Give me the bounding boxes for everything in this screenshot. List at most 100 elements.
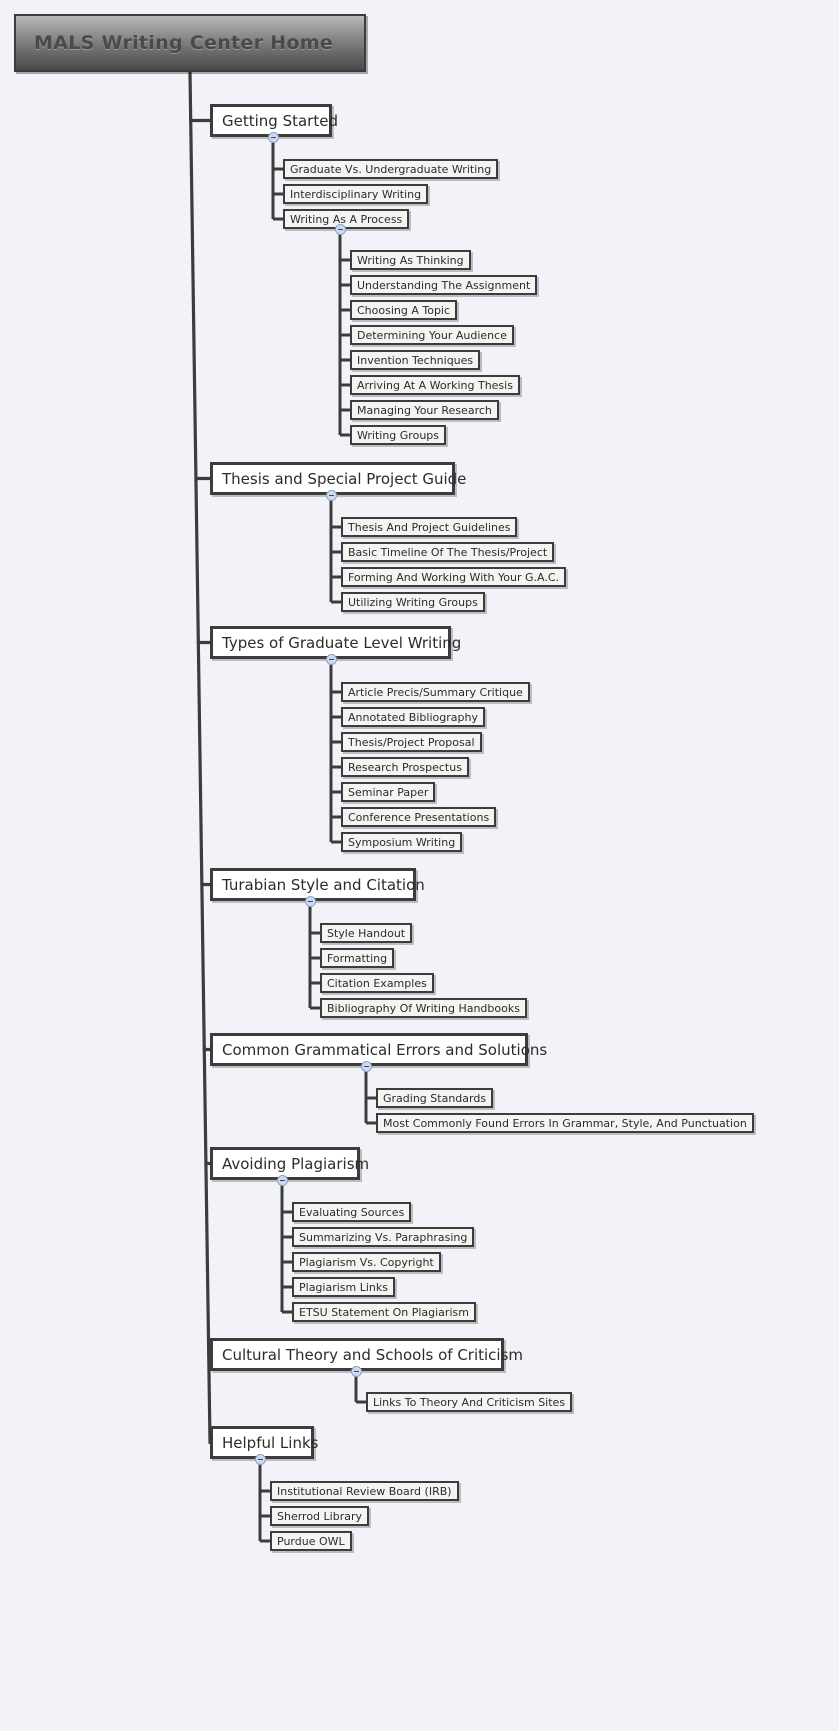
node-label: Turabian Style and Citation (222, 875, 425, 894)
collapse-handle-turabian-style-and-citation[interactable] (305, 896, 316, 907)
node-label: Thesis and Special Project Guide (222, 469, 467, 488)
node-label: Bibliography Of Writing Handbooks (327, 1001, 520, 1015)
leaf-node-formatting[interactable]: Formatting (320, 948, 395, 968)
node-label: Cultural Theory and Schools of Criticism (222, 1345, 524, 1364)
collapse-handle-avoiding-plagiarism[interactable] (277, 1175, 288, 1186)
minus-icon (308, 901, 313, 902)
minus-icon (329, 495, 334, 496)
node-label: Writing Groups (357, 428, 440, 442)
node-label: Arriving At A Working Thesis (357, 378, 513, 392)
root-node-mals-writing-center-home[interactable]: MALS Writing Center Home (14, 14, 366, 72)
leaf-node-understanding-the-assignment[interactable]: Understanding The Assignment (350, 275, 538, 295)
leaf-node-symposium-writing[interactable]: Symposium Writing (341, 832, 463, 852)
leaf-node-plagiarism-links[interactable]: Plagiarism Links (292, 1277, 395, 1297)
leaf-node-basic-timeline-of-the-thesis-project[interactable]: Basic Timeline Of The Thesis/Project (341, 542, 555, 562)
collapse-handle-common-grammatical-errors-and-solutions[interactable] (361, 1061, 372, 1072)
node-label: Summarizing Vs. Paraphrasing (299, 1230, 468, 1244)
node-label: Plagiarism Links (299, 1280, 388, 1294)
node-label: Getting Started (222, 111, 338, 130)
minus-icon (364, 1066, 369, 1067)
node-label: Utilizing Writing Groups (348, 595, 478, 609)
leaf-node-graduate-vs-undergraduate-writing[interactable]: Graduate Vs. Undergraduate Writing (283, 159, 499, 179)
leaf-node-choosing-a-topic[interactable]: Choosing A Topic (350, 300, 458, 320)
leaf-node-bibliography-of-writing-handbooks[interactable]: Bibliography Of Writing Handbooks (320, 998, 527, 1018)
collapse-handle-types-of-graduate-level-writing[interactable] (326, 654, 337, 665)
leaf-node-sherrod-library[interactable]: Sherrod Library (270, 1506, 370, 1526)
leaf-node-research-prospectus[interactable]: Research Prospectus (341, 757, 469, 777)
node-label: Invention Techniques (357, 353, 474, 367)
leaf-node-plagiarism-vs-copyright[interactable]: Plagiarism Vs. Copyright (292, 1252, 441, 1272)
leaf-node-determining-your-audience[interactable]: Determining Your Audience (350, 325, 514, 345)
minus-icon (354, 1371, 359, 1372)
node-label: Research Prospectus (348, 760, 462, 774)
node-label: Graduate Vs. Undergraduate Writing (290, 162, 492, 176)
leaf-node-links-to-theory-and-criticism-sites[interactable]: Links To Theory And Criticism Sites (366, 1392, 573, 1412)
node-label: Plagiarism Vs. Copyright (299, 1255, 434, 1269)
node-label: Writing As Thinking (357, 253, 464, 267)
leaf-node-purdue-owl[interactable]: Purdue OWL (270, 1531, 352, 1551)
node-label: Interdisciplinary Writing (290, 187, 422, 201)
collapse-handle-getting-started[interactable] (268, 132, 279, 143)
node-label: Institutional Review Board (IRB) (277, 1484, 452, 1498)
node-label: Thesis And Project Guidelines (348, 520, 511, 534)
node-label: Citation Examples (327, 976, 427, 990)
leaf-node-institutional-review-board-irb[interactable]: Institutional Review Board (IRB) (270, 1481, 459, 1501)
node-label: ETSU Statement On Plagiarism (299, 1305, 469, 1319)
node-label: Conference Presentations (348, 810, 490, 824)
mindmap-canvas: MALS Writing Center Home Getting Started G… (0, 0, 839, 1731)
leaf-node-writing-as-a-process[interactable]: Writing As A Process (283, 209, 410, 229)
leaf-node-annotated-bibliography[interactable]: Annotated Bibliography (341, 707, 485, 727)
node-label: Symposium Writing (348, 835, 456, 849)
node-label: Thesis/Project Proposal (348, 735, 475, 749)
node-label: Types of Graduate Level Writing (222, 633, 462, 652)
leaf-node-forming-and-working-with-your-g-a-c[interactable]: Forming And Working With Your G.A.C. (341, 567, 567, 587)
minus-icon (338, 229, 343, 230)
node-label: Style Handout (327, 926, 406, 940)
leaf-node-summarizing-vs-paraphrasing[interactable]: Summarizing Vs. Paraphrasing (292, 1227, 475, 1247)
leaf-node-managing-your-research[interactable]: Managing Your Research (350, 400, 499, 420)
leaf-node-thesis-and-project-guidelines[interactable]: Thesis And Project Guidelines (341, 517, 518, 537)
node-label: Most Commonly Found Errors In Grammar, S… (383, 1116, 747, 1130)
node-label: Seminar Paper (348, 785, 429, 799)
node-label: Choosing A Topic (357, 303, 451, 317)
node-label: MALS Writing Center Home (34, 32, 334, 54)
leaf-node-utilizing-writing-groups[interactable]: Utilizing Writing Groups (341, 592, 485, 612)
leaf-node-invention-techniques[interactable]: Invention Techniques (350, 350, 481, 370)
node-label: Article Precis/Summary Critique (348, 685, 523, 699)
leaf-node-article-precis-summary-critique[interactable]: Article Precis/Summary Critique (341, 682, 530, 702)
node-label: Purdue OWL (277, 1534, 345, 1548)
leaf-node-writing-groups[interactable]: Writing Groups (350, 425, 447, 445)
leaf-node-evaluating-sources[interactable]: Evaluating Sources (292, 1202, 412, 1222)
leaf-node-citation-examples[interactable]: Citation Examples (320, 973, 434, 993)
leaf-node-style-handout[interactable]: Style Handout (320, 923, 413, 943)
node-label: Managing Your Research (357, 403, 492, 417)
node-label: Understanding The Assignment (357, 278, 531, 292)
node-label: Links To Theory And Criticism Sites (373, 1395, 566, 1409)
minus-icon (271, 137, 276, 138)
node-label: Grading Standards (383, 1091, 487, 1105)
collapse-handle-writing-as-a-process[interactable] (335, 224, 346, 235)
node-label: Avoiding Plagiarism (222, 1154, 370, 1173)
minus-icon (258, 1459, 263, 1460)
collapse-handle-thesis-and-special-project-guide[interactable] (326, 490, 337, 501)
node-label: Writing As A Process (290, 212, 403, 226)
leaf-node-seminar-paper[interactable]: Seminar Paper (341, 782, 436, 802)
leaf-node-etsu-statement-on-plagiarism[interactable]: ETSU Statement On Plagiarism (292, 1302, 476, 1322)
leaf-node-writing-as-thinking[interactable]: Writing As Thinking (350, 250, 471, 270)
leaf-node-conference-presentations[interactable]: Conference Presentations (341, 807, 497, 827)
node-label: Helpful Links (222, 1433, 319, 1452)
minus-icon (329, 659, 334, 660)
leaf-node-most-commonly-found-errors-in-grammar-style-an[interactable]: Most Commonly Found Errors In Grammar, S… (376, 1113, 754, 1133)
node-label: Formatting (327, 951, 388, 965)
leaf-node-arriving-at-a-working-thesis[interactable]: Arriving At A Working Thesis (350, 375, 520, 395)
node-label: Determining Your Audience (357, 328, 507, 342)
minus-icon (280, 1180, 285, 1181)
leaf-node-interdisciplinary-writing[interactable]: Interdisciplinary Writing (283, 184, 429, 204)
leaf-node-thesis-project-proposal[interactable]: Thesis/Project Proposal (341, 732, 482, 752)
node-label: Forming And Working With Your G.A.C. (348, 570, 560, 584)
node-label: Common Grammatical Errors and Solutions (222, 1040, 548, 1059)
collapse-handle-helpful-links[interactable] (255, 1454, 266, 1465)
collapse-handle-cultural-theory-and-schools-of-criticism[interactable] (351, 1366, 362, 1377)
leaf-node-grading-standards[interactable]: Grading Standards (376, 1088, 494, 1108)
node-label: Annotated Bibliography (348, 710, 478, 724)
